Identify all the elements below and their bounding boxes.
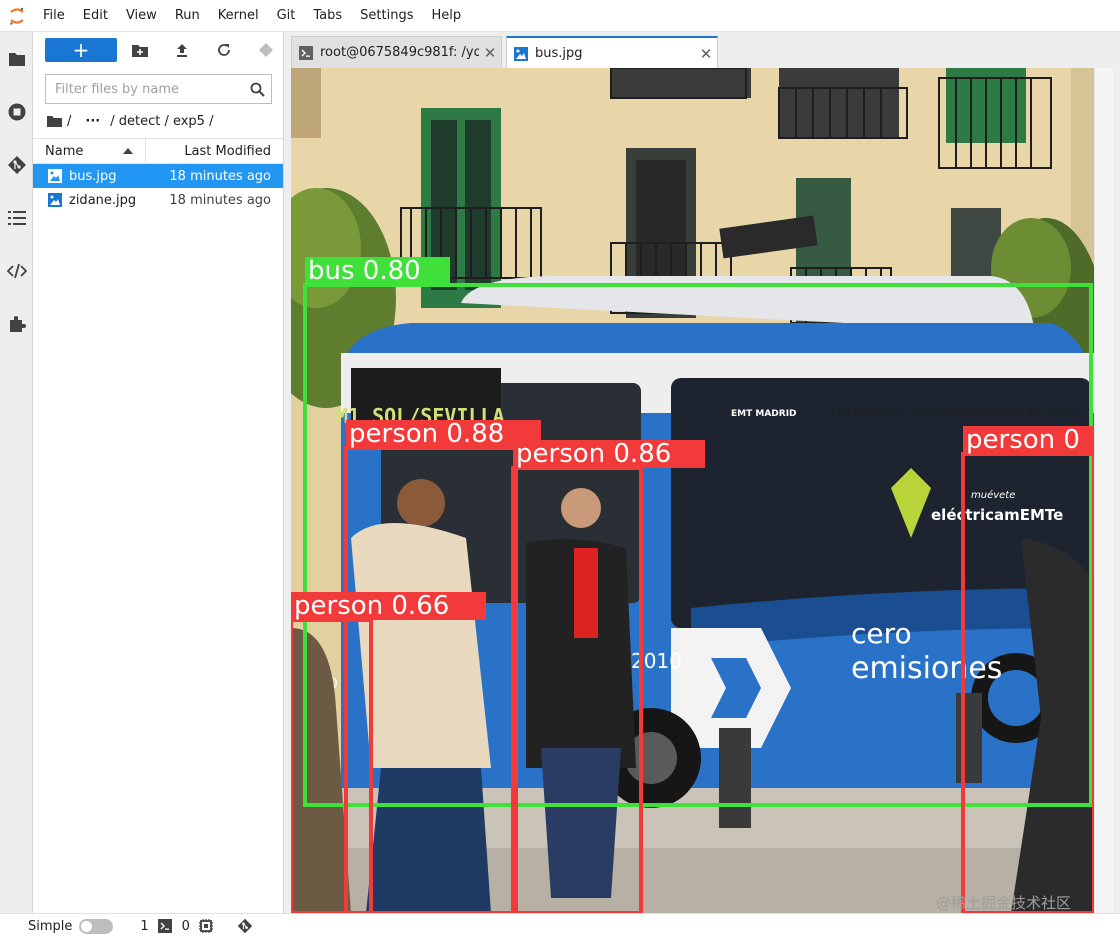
menu-tabs[interactable]: Tabs [304, 0, 351, 32]
column-modified-label: Last Modified [184, 143, 271, 159]
close-icon[interactable]: ✕ [695, 45, 717, 63]
main-dock-area: root@0675849c981f: /yolov5 ✕ bus.jpg ✕ [284, 32, 1120, 913]
new-folder-icon [132, 44, 148, 57]
filter-input[interactable] [46, 76, 243, 102]
terminal-icon [292, 45, 320, 60]
detection-label: person 0 [966, 425, 1080, 455]
search-icon [243, 82, 271, 97]
file-browser-panel: + / ··· / detect / exp5 / Name [33, 32, 284, 913]
detection-label: person 0.66 [294, 591, 449, 621]
git-clone-button[interactable] [245, 38, 287, 62]
extensions-icon[interactable] [0, 297, 33, 350]
activity-bar [0, 32, 33, 913]
column-name-label: Name [45, 143, 84, 159]
new-folder-button[interactable] [119, 38, 161, 62]
refresh-icon [218, 44, 230, 56]
tab-bar: root@0675849c981f: /yolov5 ✕ bus.jpg ✕ [284, 32, 1120, 69]
file-browser-toolbar: + [45, 38, 287, 62]
git-icon[interactable] [0, 138, 33, 191]
column-modified-header[interactable]: Last Modified [146, 139, 283, 163]
menu-edit[interactable]: Edit [74, 0, 117, 32]
simple-mode-label: Simple [28, 918, 73, 934]
listing-header: Name Last Modified [33, 138, 283, 164]
column-name-header[interactable]: Name [33, 139, 146, 163]
breadcrumb: / ··· / detect / exp5 / [47, 112, 213, 130]
file-row-bus[interactable]: bus.jpg 18 minutes ago [33, 164, 283, 188]
close-icon[interactable]: ✕ [479, 44, 501, 62]
bus-operator: EMT MADRID [731, 409, 797, 419]
tab-terminal[interactable]: root@0675849c981f: /yolov5 ✕ [291, 36, 502, 68]
breadcrumb-home-folder-icon[interactable] [47, 115, 62, 127]
image-file-icon [47, 168, 63, 184]
bus-slogan-cero: cero [851, 617, 912, 650]
tab-label: bus.jpg [535, 46, 583, 61]
bus-brand: eléctricamEMTe [931, 506, 1063, 524]
running-icon[interactable] [0, 85, 33, 138]
kernel-count[interactable]: 0 [182, 919, 190, 934]
breadcrumb-path[interactable]: / detect / exp5 / [110, 114, 213, 129]
toc-icon[interactable] [0, 191, 33, 244]
file-modified: 18 minutes ago [169, 192, 271, 208]
detection-image: M1 SOL/SEVILLA Un minibús 100% eléctrico… [291, 68, 1106, 913]
image-file-icon [47, 192, 63, 208]
file-modified: 18 minutes ago [169, 168, 271, 184]
jupyter-logo-icon [0, 0, 34, 32]
status-bar: Simple 1 0 [0, 913, 1120, 938]
property-inspector-icon[interactable] [0, 244, 33, 297]
new-launcher-button[interactable]: + [45, 38, 117, 62]
kernel-status-icon [198, 919, 213, 933]
sort-ascending-icon [123, 148, 134, 154]
breadcrumb-ellipsis[interactable]: ··· [85, 114, 100, 129]
bus-side-banner: Un minibús 100% eléctrico si es plan [831, 405, 1077, 420]
folder-icon[interactable] [0, 32, 33, 85]
breadcrumb-root[interactable]: / [67, 114, 71, 129]
tab-bus-image[interactable]: bus.jpg ✕ [506, 36, 718, 69]
detection-label: person 0.88 [349, 419, 504, 449]
bus-slogan-emisiones: emisiones [851, 651, 1002, 686]
image-file-icon [507, 46, 535, 61]
menu-git[interactable]: Git [268, 0, 305, 32]
filter-files [45, 74, 272, 104]
file-row-zidane[interactable]: zidane.jpg 18 minutes ago [33, 188, 283, 212]
menu-kernel[interactable]: Kernel [209, 0, 268, 32]
menu-bar: File Edit View Run Kernel Git Tabs Setti… [0, 0, 1120, 32]
vertical-scrollbar[interactable] [1094, 68, 1113, 913]
git-clone-icon [259, 43, 273, 57]
refresh-button[interactable] [203, 38, 245, 62]
git-status-icon[interactable] [237, 918, 253, 934]
menu-view[interactable]: View [117, 0, 166, 32]
watermark-text: @稀土掘金技术社区 [936, 894, 1071, 912]
upload-icon [177, 44, 187, 57]
menu-settings[interactable]: Settings [351, 0, 422, 32]
menu-help[interactable]: Help [423, 0, 471, 32]
file-name: zidane.jpg [69, 192, 137, 208]
detection-label: bus 0.80 [308, 256, 421, 286]
menu-run[interactable]: Run [166, 0, 209, 32]
simple-mode-toggle[interactable] [79, 918, 114, 934]
terminal-count[interactable]: 1 [140, 919, 148, 934]
bus-brand-top: muévete [971, 489, 1015, 501]
detection-label: person 0.86 [516, 439, 671, 469]
tab-label: root@0675849c981f: /yolov5 [320, 45, 479, 60]
bus-number: 2010 [631, 649, 682, 673]
terminal-status-icon [157, 919, 172, 933]
file-name: bus.jpg [69, 168, 117, 184]
image-viewer[interactable]: M1 SOL/SEVILLA Un minibús 100% eléctrico… [291, 68, 1113, 913]
upload-button[interactable] [161, 38, 203, 62]
menu-file[interactable]: File [34, 0, 74, 32]
